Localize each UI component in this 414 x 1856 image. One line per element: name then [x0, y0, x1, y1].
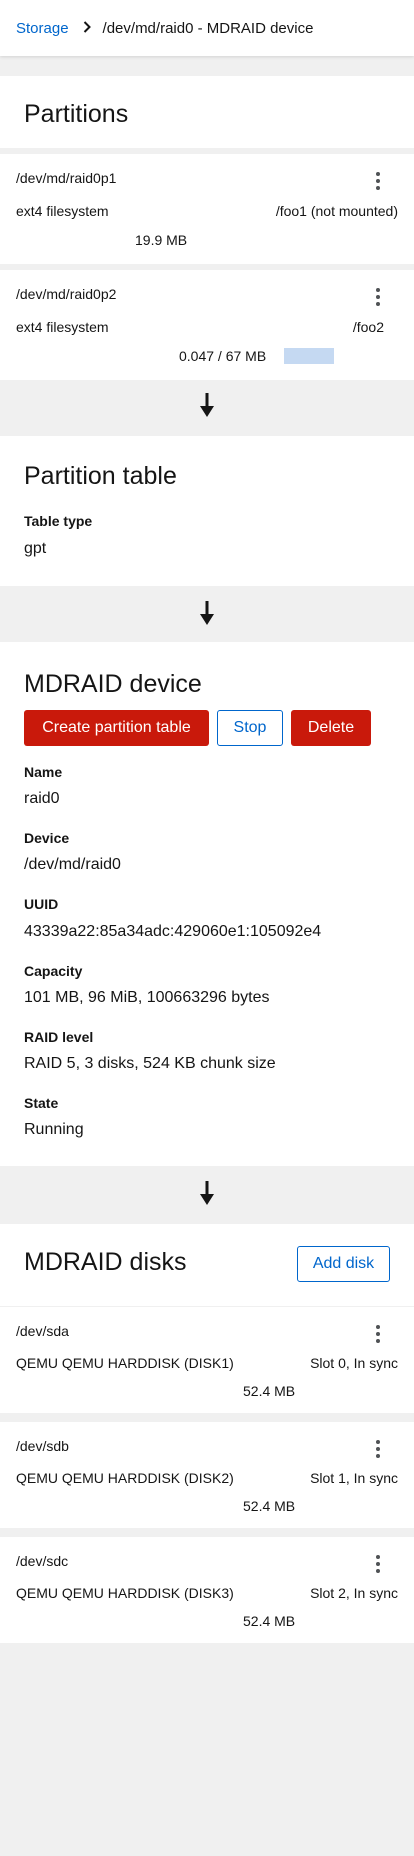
mdraid-disks-title: MDRAID disks	[24, 1248, 187, 1276]
usage-bar	[284, 348, 334, 364]
capacity-value: 101 MB, 96 MiB, 100663296 bytes	[24, 989, 270, 1006]
name-value: raid0	[24, 790, 60, 807]
add-disk-button[interactable]: Add disk	[297, 1246, 390, 1282]
disk-slot: Slot 2, In sync	[310, 1585, 398, 1601]
kebab-menu-icon[interactable]	[372, 1553, 384, 1575]
disk-size: 52.4 MB	[243, 1383, 296, 1399]
breadcrumb-storage-link[interactable]: Storage	[16, 20, 69, 37]
partition-name: /dev/md/raid0p1	[16, 170, 117, 186]
disk-name: /dev/sdc	[16, 1553, 69, 1569]
partition-type: ext4 filesystem	[16, 319, 109, 335]
partition-row[interactable]: /dev/md/raid0p1 ext4 filesystem /foo1 (n…	[0, 154, 414, 264]
breadcrumb-current: /dev/md/raid0 - MDRAID device	[102, 19, 314, 37]
state-label: State	[24, 1095, 59, 1111]
partition-table-title: Partition table	[24, 462, 177, 490]
arrow-down-icon	[0, 601, 414, 630]
kebab-menu-icon[interactable]	[372, 1438, 384, 1460]
partition-mount: /foo1 (not mounted)	[275, 203, 398, 219]
chevron-right-icon	[83, 20, 91, 37]
disk-name: /dev/sdb	[16, 1438, 69, 1454]
disk-row[interactable]: /dev/sda QEMU QEMU HARDDISK (DISK1) Slot…	[0, 1307, 414, 1413]
partitions-title: Partitions	[24, 100, 129, 128]
partition-mount: /foo2	[352, 319, 384, 335]
capacity-label: Capacity	[24, 963, 83, 979]
name-label: Name	[24, 764, 63, 780]
disk-name: /dev/sda	[16, 1323, 69, 1339]
disk-model: QEMU QEMU HARDDISK (DISK2)	[16, 1470, 234, 1486]
disk-size: 52.4 MB	[243, 1613, 296, 1629]
table-type-value: gpt	[24, 540, 47, 557]
device-value: /dev/md/raid0	[24, 856, 121, 873]
disk-row[interactable]: /dev/sdb QEMU QEMU HARDDISK (DISK2) Slot…	[0, 1422, 414, 1528]
kebab-menu-icon[interactable]	[372, 170, 384, 192]
disk-row[interactable]: /dev/sdc QEMU QEMU HARDDISK (DISK3) Slot…	[0, 1537, 414, 1643]
raid-level-label: RAID level	[24, 1029, 94, 1045]
disk-model: QEMU QEMU HARDDISK (DISK3)	[16, 1585, 234, 1601]
mdraid-device-section: MDRAID device Create partition table Sto…	[0, 642, 414, 1166]
breadcrumb: Storage /dev/md/raid0 - MDRAID device	[0, 0, 414, 56]
disk-slot: Slot 0, In sync	[310, 1355, 398, 1371]
disk-slot: Slot 1, In sync	[310, 1470, 398, 1486]
partition-size: 19.9 MB	[135, 232, 188, 248]
raid-level-value: RAID 5, 3 disks, 524 KB chunk size	[24, 1055, 276, 1072]
partitions-header: Partitions	[0, 76, 414, 148]
disk-size: 52.4 MB	[243, 1498, 296, 1514]
device-label: Device	[24, 830, 70, 846]
partition-type: ext4 filesystem	[16, 203, 109, 219]
uuid-value: 43339a22:85a34adc:429060e1:105092e4	[24, 923, 322, 940]
arrow-down-icon	[0, 393, 414, 422]
kebab-menu-icon[interactable]	[372, 1323, 384, 1345]
partition-size: 0.047 / 67 MB	[179, 348, 267, 364]
delete-button[interactable]: Delete	[291, 710, 371, 746]
partition-table-section: Partition table Table type gpt	[0, 436, 414, 586]
partition-name: /dev/md/raid0p2	[16, 286, 117, 302]
uuid-label: UUID	[24, 896, 59, 912]
mdraid-device-title: MDRAID device	[24, 670, 202, 698]
kebab-menu-icon[interactable]	[372, 286, 384, 308]
create-partition-table-button[interactable]: Create partition table	[24, 710, 209, 746]
state-value: Running	[24, 1121, 84, 1138]
table-type-label: Table type	[24, 513, 93, 529]
arrow-down-icon	[0, 1181, 414, 1210]
mdraid-disks-header: MDRAID disks Add disk	[0, 1224, 414, 1306]
disk-model: QEMU QEMU HARDDISK (DISK1)	[16, 1355, 234, 1371]
stop-button[interactable]: Stop	[217, 710, 283, 746]
partition-row[interactable]: /dev/md/raid0p2 ext4 filesystem /foo2 0.…	[0, 270, 414, 380]
